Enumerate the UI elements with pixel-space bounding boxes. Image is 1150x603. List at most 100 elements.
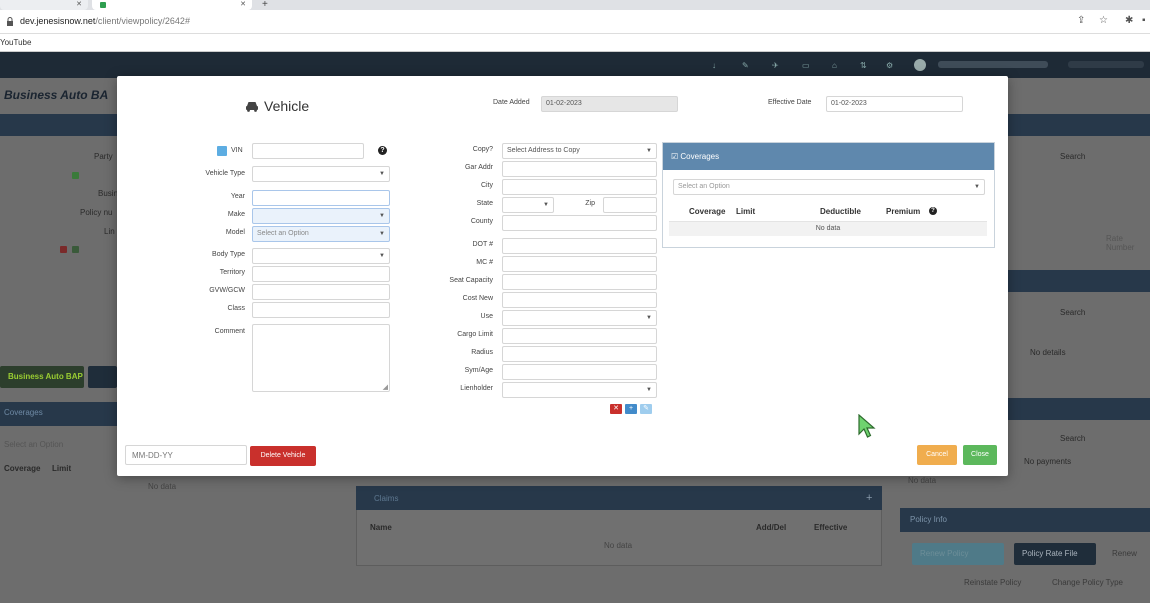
class-label: Class <box>227 305 245 312</box>
claims-title: Claims <box>374 494 399 503</box>
delete-vehicle-button[interactable]: Delete Vehicle <box>250 446 316 466</box>
select-option[interactable]: Select an Option <box>4 440 63 449</box>
effective-date-field[interactable]: 01-02-2023 <box>826 96 963 112</box>
vehicle-type-select[interactable]: ▼ <box>252 166 390 182</box>
coverage-select[interactable]: Select an Option ▼ <box>673 179 985 195</box>
add-lienholder-icon[interactable]: + <box>625 404 637 414</box>
model-label: Model <box>225 229 245 236</box>
chevron-down-icon: ▼ <box>646 148 652 154</box>
class-field[interactable] <box>252 302 390 318</box>
extension-icon[interactable]: ✱ <box>1125 15 1133 26</box>
lienholder-select[interactable]: ▼ <box>502 382 657 398</box>
vehicle-type-label: Vehicle Type <box>205 170 245 177</box>
browser-tab-inactive[interactable]: ✕ <box>0 0 88 10</box>
make-label: Make <box>227 211 245 218</box>
remove-lienholder-icon[interactable]: ✕ <box>610 404 622 414</box>
policy-rate-file-button[interactable]: Policy Rate File <box>1014 543 1096 565</box>
year-field[interactable] <box>252 190 390 206</box>
sym-age-field[interactable] <box>502 364 657 380</box>
add-icon[interactable]: + <box>866 492 872 504</box>
body-type-select[interactable]: ▼ <box>252 248 390 264</box>
policy-info-title: Policy Info <box>910 515 947 524</box>
nav-icon: ↓ <box>712 61 716 70</box>
city-field[interactable] <box>502 179 657 195</box>
date-added-field[interactable]: 01-02-2023 <box>541 96 678 112</box>
cost-new-field[interactable] <box>502 292 657 308</box>
gar-addr-field[interactable] <box>502 161 657 177</box>
tab-business-auto[interactable]: Business Auto BAP <box>0 366 84 388</box>
seat-capacity-field[interactable] <box>502 274 657 290</box>
resize-grip-icon[interactable]: ◢ <box>383 383 388 391</box>
radius-field[interactable] <box>502 346 657 362</box>
badge-icon <box>72 172 79 179</box>
chevron-down-icon: ▼ <box>379 213 385 219</box>
bg-label: Busin <box>98 189 119 198</box>
chevron-down-icon: ▼ <box>646 315 652 321</box>
model-placeholder: Select an Option <box>257 230 309 237</box>
coverages-title: Coverages <box>4 408 43 417</box>
bookmark-youtube[interactable]: YouTube <box>0 38 31 47</box>
reinstate-policy-button[interactable]: Reinstate Policy <box>964 578 1021 587</box>
radius-label: Radius <box>471 349 493 356</box>
chevron-down-icon: ▼ <box>379 253 385 259</box>
bg-label: Policy nu <box>80 208 113 217</box>
share-icon[interactable]: ⇪ <box>1077 15 1085 26</box>
model-select[interactable]: Select an Option ▼ <box>252 226 390 242</box>
browser-tab-active[interactable]: ✕ <box>92 0 252 10</box>
renew-policy-button[interactable]: Renew Policy <box>912 543 1004 565</box>
new-tab-icon[interactable]: + <box>262 0 268 10</box>
dot-field[interactable] <box>502 238 657 254</box>
close-icon[interactable]: ✕ <box>76 0 82 8</box>
body-type-label: Body Type <box>212 251 245 258</box>
search-label: Search <box>1060 152 1086 161</box>
renew-button[interactable]: Renew <box>1112 549 1137 558</box>
url-text[interactable]: dev.jenesisnow.net/client/viewpolicy/264… <box>20 16 190 26</box>
county-label: County <box>470 218 493 225</box>
user-name <box>938 61 1048 68</box>
mouse-pointer-icon <box>858 414 876 438</box>
territory-field[interactable] <box>252 266 390 282</box>
profile-icon[interactable]: ▪ <box>1142 15 1146 26</box>
mc-field[interactable] <box>502 256 657 272</box>
delete-date-input[interactable]: MM-DD-YY <box>125 445 247 465</box>
cargo-limit-field[interactable] <box>502 328 657 344</box>
zip-label: Zip <box>585 200 595 207</box>
url-path: /client/viewpolicy/2642# <box>95 16 190 26</box>
nav-icon: ⇅ <box>860 61 867 70</box>
make-select[interactable]: ▼ <box>252 208 390 224</box>
badge-icon <box>72 246 79 253</box>
vin-field[interactable] <box>252 143 364 159</box>
adddel-column: Add/Del <box>756 523 787 532</box>
use-select[interactable]: ▼ <box>502 310 657 326</box>
help-icon[interactable]: ? <box>929 207 937 215</box>
badge-icon <box>60 246 67 253</box>
tab-other[interactable] <box>88 366 117 388</box>
coverage-column: Coverage <box>4 464 41 473</box>
zip-field[interactable] <box>603 197 657 213</box>
copy-address-select[interactable]: Select Address to Copy ▼ <box>502 143 657 159</box>
close-button[interactable]: Close <box>963 445 997 465</box>
cancel-button[interactable]: Cancel <box>917 445 957 465</box>
lock-icon <box>7 17 13 26</box>
lienholder-label: Lienholder <box>460 385 493 392</box>
cost-new-label: Cost New <box>462 295 493 302</box>
car-icon <box>246 102 258 112</box>
nav-icon: ✎ <box>742 61 749 70</box>
vin-lookup-icon[interactable] <box>217 146 227 156</box>
comment-textarea[interactable]: ◢ <box>252 324 390 392</box>
edit-lienholder-icon[interactable]: ✎ <box>640 404 652 414</box>
change-policy-type-button[interactable]: Change Policy Type <box>1052 578 1123 587</box>
county-field[interactable] <box>502 215 657 231</box>
right-panel-header <box>1008 398 1150 420</box>
star-icon[interactable]: ☆ <box>1099 15 1108 26</box>
no-data-text: No data <box>148 482 177 491</box>
close-icon[interactable]: ✕ <box>240 0 246 8</box>
city-label: City <box>480 182 493 189</box>
state-select[interactable]: ▼ <box>502 197 554 213</box>
address-bar[interactable]: dev.jenesisnow.net/client/viewpolicy/264… <box>0 10 1150 34</box>
no-data-text: No data <box>604 541 633 550</box>
date-added-label: Date Added <box>493 99 530 106</box>
gvw-gcw-field[interactable] <box>252 284 390 300</box>
help-icon[interactable]: ? <box>378 146 387 155</box>
mc-label: MC # <box>476 259 493 266</box>
